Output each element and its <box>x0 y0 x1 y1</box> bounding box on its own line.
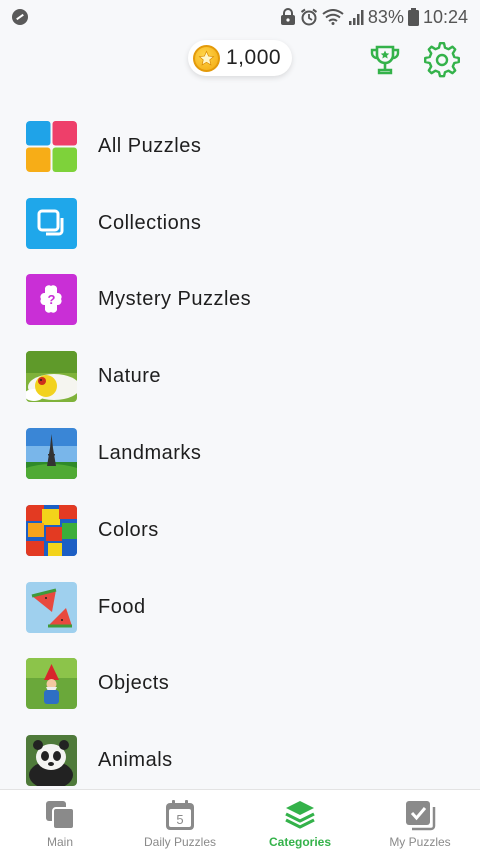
animals-thumbnail <box>26 735 77 787</box>
category-label: Nature <box>98 365 162 388</box>
calendar-day-badge: 5 <box>176 812 183 827</box>
my-puzzles-icon <box>403 798 437 832</box>
nav-my-puzzles[interactable]: My Puzzles <box>360 790 480 853</box>
nav-main[interactable]: Main <box>0 790 120 853</box>
trophy-button[interactable] <box>367 42 403 78</box>
category-label: Colors <box>98 518 159 541</box>
category-label: Landmarks <box>98 442 202 465</box>
nav-daily-puzzles[interactable]: 5 Daily Puzzles <box>120 790 240 853</box>
category-label: Objects <box>98 672 170 695</box>
category-objects[interactable]: Objects <box>0 646 480 723</box>
coin-amount: 1,000 <box>226 46 282 69</box>
nav-label: My Puzzles <box>389 835 451 849</box>
category-list: All Puzzles Collections ? Mystery Puzzle… <box>0 108 480 799</box>
gear-icon <box>424 42 460 82</box>
star-coin-icon <box>193 44 220 72</box>
alarm-icon <box>300 8 318 26</box>
layers-icon <box>283 798 317 832</box>
status-bar: 83% 10:24 <box>0 0 480 34</box>
category-nature[interactable]: Nature <box>0 338 480 415</box>
status-bar-left <box>12 9 28 25</box>
clock-time: 10:24 <box>422 6 468 27</box>
nav-label: Main <box>46 835 73 849</box>
mystery-puzzle-icon: ? <box>26 274 77 326</box>
coin-balance[interactable]: 1,000 <box>188 40 292 76</box>
category-label: Animals <box>98 749 173 772</box>
category-mystery-puzzles[interactable]: ? Mystery Puzzles <box>0 262 480 339</box>
category-all-puzzles[interactable]: All Puzzles <box>0 108 480 185</box>
category-colors[interactable]: Colors <box>0 492 480 569</box>
calendar-icon: 5 <box>163 798 197 832</box>
category-animals[interactable]: Animals <box>0 722 480 799</box>
all-puzzles-icon <box>26 120 77 172</box>
category-food[interactable]: Food <box>0 569 480 646</box>
app-header: 1,000 <box>0 34 480 90</box>
category-landmarks[interactable]: Landmarks <box>0 415 480 492</box>
collections-icon <box>26 197 77 249</box>
nav-label: Daily Puzzles <box>143 835 217 849</box>
status-bar-right: 83% 10:24 <box>280 7 468 28</box>
objects-thumbnail <box>26 658 77 710</box>
wifi-icon <box>322 9 344 25</box>
nav-label: Categories <box>268 835 332 849</box>
battery-percent: 83% <box>367 6 404 27</box>
app-notification-icon <box>12 9 28 25</box>
category-label: Food <box>98 595 146 618</box>
vpn-lock-icon <box>280 8 296 26</box>
nav-categories[interactable]: Categories <box>240 790 360 853</box>
signal-icon <box>348 9 364 25</box>
landmarks-thumbnail <box>26 428 77 480</box>
bottom-navigation: Main 5 Daily Puzzles Categories My Puzzl… <box>0 789 480 853</box>
food-thumbnail <box>26 581 77 633</box>
category-label: All Puzzles <box>98 134 202 157</box>
settings-button[interactable] <box>424 42 460 78</box>
battery-icon <box>407 8 419 26</box>
colors-thumbnail <box>26 504 77 556</box>
trophy-icon <box>367 45 403 82</box>
category-label: Collections <box>98 211 202 234</box>
category-collections[interactable]: Collections <box>0 185 480 262</box>
category-label: Mystery Puzzles <box>98 288 252 311</box>
app-screen: 83% 10:24 1,000 All Puzzles Collections … <box>0 0 480 853</box>
svg-text:?: ? <box>48 292 56 307</box>
main-icon <box>43 798 77 832</box>
nature-thumbnail <box>26 351 77 403</box>
